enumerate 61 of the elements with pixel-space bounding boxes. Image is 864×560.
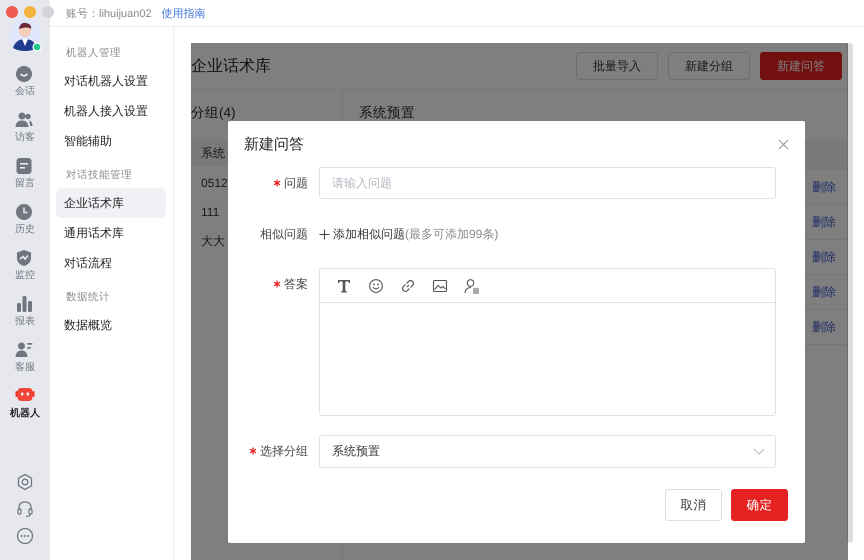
field-label: 问题 <box>284 174 308 192</box>
menu-item[interactable]: 通用话术库 <box>56 218 166 248</box>
chevron-down-icon <box>753 448 765 455</box>
nav-item[interactable]: 监控 <box>3 249 47 282</box>
page-title: 企业话术库 <box>191 56 271 76</box>
dialog-title: 新建问答 <box>244 134 304 154</box>
hint-text: (最多可添加99条) <box>405 226 498 242</box>
clock-icon <box>15 203 35 221</box>
groups-header: 分组(4) <box>191 104 236 122</box>
avatar <box>8 18 42 52</box>
nav-item[interactable]: 访客 <box>3 111 47 144</box>
delete-link[interactable]: 删除 <box>812 318 836 336</box>
menu-item[interactable]: 对话机器人设置 <box>56 66 166 96</box>
guide-link[interactable]: 使用指南 <box>162 6 206 20</box>
field-label: 相似问题 <box>260 226 308 242</box>
dialog-button[interactable]: 取消 <box>665 489 722 521</box>
headset-icon[interactable] <box>16 500 34 518</box>
menu-item[interactable]: 企业话术库 <box>56 188 166 218</box>
group-select[interactable]: 系统预置 <box>319 435 776 468</box>
emoji-icon[interactable] <box>368 278 384 294</box>
window-control[interactable] <box>6 6 18 18</box>
settings-icon[interactable] <box>16 473 34 491</box>
toolbar-button[interactable]: 新建分组 <box>668 52 750 80</box>
bar-chart-icon <box>15 295 35 313</box>
people-icon <box>15 111 35 129</box>
delete-link[interactable]: 删除 <box>812 178 836 196</box>
image-icon[interactable] <box>432 278 448 294</box>
nav-item[interactable]: 会话 <box>3 65 47 98</box>
menu-item[interactable]: 对话流程 <box>56 248 166 278</box>
close-icon[interactable] <box>778 138 789 150</box>
delete-link[interactable]: 删除 <box>812 284 836 300</box>
list-title: 系统预置 <box>358 104 416 122</box>
field-label: 选择分组 <box>260 442 308 460</box>
plus-icon[interactable] <box>319 228 330 240</box>
more-icon[interactable] <box>16 527 34 545</box>
toolbar-button[interactable]: 新建问答 <box>760 52 842 80</box>
menu-item[interactable]: 数据概览 <box>56 310 166 340</box>
menu-item[interactable]: 智能辅助 <box>56 126 166 156</box>
scrollbar[interactable] <box>847 43 853 543</box>
menu-section-title: 对话技能管理 <box>65 168 133 183</box>
toolbar-button[interactable]: 批量导入 <box>576 52 658 80</box>
account-label: 账号：lihuijuan02 <box>66 6 152 20</box>
nav-item[interactable]: 机器人 <box>3 387 47 420</box>
nav-item[interactable]: 客服 <box>3 341 47 374</box>
question-input[interactable]: 请输入问题 <box>319 167 776 199</box>
field-label: 答案 <box>284 276 308 292</box>
delete-link[interactable]: 删除 <box>812 248 836 266</box>
dialog-button[interactable]: 确定 <box>731 489 788 521</box>
nav-item[interactable]: 报表 <box>3 295 47 328</box>
delete-link[interactable]: 删除 <box>812 214 836 230</box>
agent-icon <box>15 341 35 359</box>
link-icon[interactable] <box>400 278 416 294</box>
menu-section-title: 机器人管理 <box>65 46 122 61</box>
menu-section-title: 数据统计 <box>65 290 111 305</box>
contact-card-icon[interactable] <box>464 278 480 294</box>
chat-bubble-icon <box>15 65 35 83</box>
text-format-icon[interactable] <box>336 278 352 294</box>
nav-item[interactable]: 历史 <box>3 203 47 236</box>
nav-item[interactable]: 留言 <box>3 157 47 190</box>
add-similar-link[interactable]: 添加相似问题 <box>333 226 405 242</box>
menu-item[interactable]: 机器人接入设置 <box>56 96 166 126</box>
